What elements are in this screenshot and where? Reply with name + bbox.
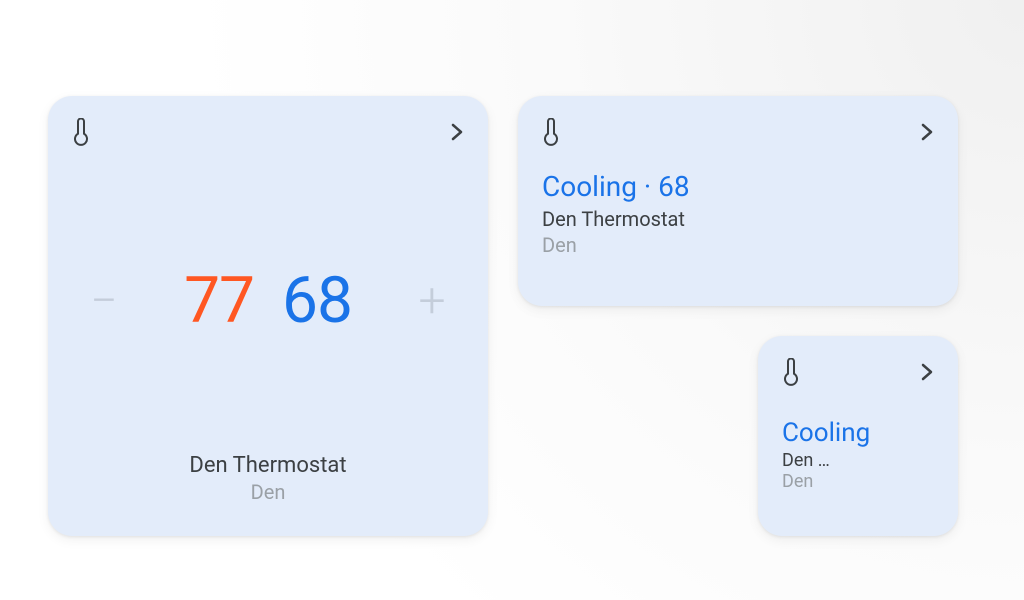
chevron-right-icon[interactable] [920, 360, 934, 384]
device-name: Den Thermostat [542, 207, 934, 231]
room-name: Den [72, 480, 464, 504]
card-header [72, 116, 464, 148]
status-line: Cooling · 68 [542, 170, 934, 203]
thermostat-card-large[interactable]: − 77 68 + Den Thermostat Den [48, 96, 488, 536]
setpoint-readout: 77 68 [184, 263, 352, 338]
card-header [782, 356, 934, 388]
chevron-right-icon[interactable] [920, 120, 934, 144]
status-line: Cooling [782, 418, 934, 448]
thermostat-icon [542, 118, 560, 146]
heat-setpoint: 77 [184, 263, 254, 338]
room-name: Den [542, 233, 934, 257]
cool-setpoint: 68 [282, 263, 352, 338]
decrease-button[interactable]: − [80, 272, 128, 329]
device-name: Den Thermostat [72, 453, 464, 478]
thermostat-card-small[interactable]: Cooling Den … Den [758, 336, 958, 536]
card-footer: Den Thermostat Den [72, 453, 464, 516]
temperature-controls: − 77 68 + [72, 148, 464, 453]
card-header [542, 116, 934, 148]
thermostat-card-medium[interactable]: Cooling · 68 Den Thermostat Den [518, 96, 958, 306]
chevron-right-icon[interactable] [450, 120, 464, 144]
room-name: Den [782, 471, 934, 492]
thermostat-icon [782, 358, 800, 386]
increase-button[interactable]: + [408, 272, 456, 329]
thermostat-icon [72, 118, 90, 146]
device-name: Den … [782, 450, 934, 471]
